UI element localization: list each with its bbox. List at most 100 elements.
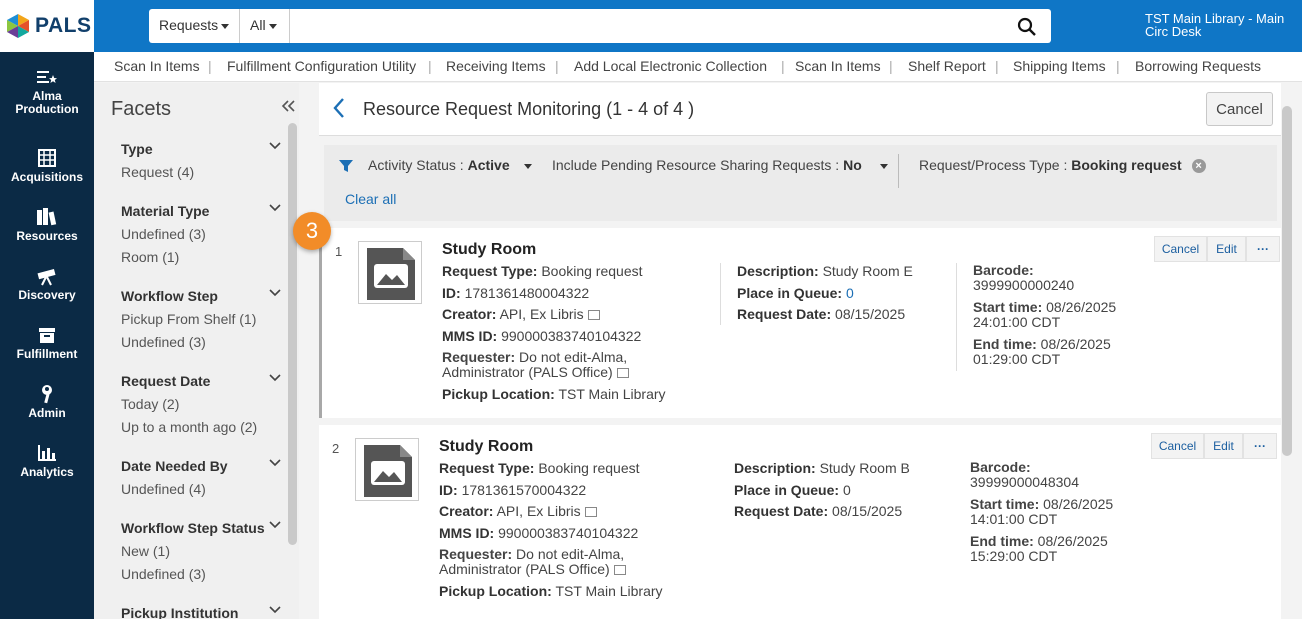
request-row[interactable]: 1 Study Room Request Type: Booking reque… [319, 228, 1281, 418]
pals-logo-icon [7, 14, 29, 38]
current-location[interactable]: TST Main Library - Main Circ Desk [1145, 12, 1300, 38]
caret-down-icon [221, 23, 230, 29]
divider: | [995, 58, 999, 74]
row-cancel-button[interactable]: Cancel [1151, 433, 1204, 459]
search-box: Requests All [149, 9, 1051, 43]
facet-header[interactable]: Workflow Step [121, 288, 281, 311]
clear-all-link[interactable]: Clear all [345, 191, 396, 207]
facet-value[interactable]: Up to a month ago (2) [121, 419, 281, 442]
logo-text: PALS [35, 14, 92, 37]
facet-value[interactable]: Request (4) [121, 164, 281, 187]
facet-name: Date Needed By [121, 458, 228, 474]
facet-header[interactable]: Request Date [121, 373, 281, 396]
shortcut-add-local-electronic-collection[interactable]: Add Local Electronic Collection [574, 58, 767, 74]
back-chevron-icon[interactable] [332, 97, 346, 119]
facet-material-type: Material Type Undefined (3) Room (1) [121, 203, 281, 272]
row-edit-button[interactable]: Edit [1204, 433, 1243, 459]
shortcut-scan-in-items-2[interactable]: Scan In Items [795, 58, 881, 74]
facet-value[interactable]: Pickup From Shelf (1) [121, 311, 281, 334]
field-label: Place in Queue: [734, 481, 840, 498]
user-card-icon[interactable] [584, 507, 597, 518]
main-scrollbar[interactable] [1282, 106, 1292, 456]
shortcut-shelf-report[interactable]: Shelf Report [908, 58, 986, 74]
filter-activity-status[interactable]: Activity Status : Active [368, 157, 532, 173]
nav-fulfillment[interactable]: Fulfillment [0, 325, 94, 361]
shortcut-borrowing-requests[interactable]: Borrowing Requests [1135, 58, 1261, 74]
facet-header[interactable]: Material Type [121, 203, 281, 226]
caret-down-icon [879, 163, 888, 169]
facet-header[interactable]: Workflow Step Status [121, 520, 281, 543]
facet-name: Type [121, 141, 153, 157]
menu-star-icon [37, 71, 57, 83]
nav-analytics[interactable]: Analytics [0, 443, 94, 479]
collapse-double-chevron-icon[interactable] [280, 99, 296, 113]
cancel-button[interactable]: Cancel [1206, 92, 1273, 126]
description-value: Study Room E [822, 263, 913, 279]
image-file-icon [364, 445, 412, 497]
row-edit-button[interactable]: Edit [1207, 236, 1246, 262]
request-date-value: 08/15/2025 [832, 503, 903, 519]
search-input[interactable] [291, 11, 991, 41]
field-label: Description: [734, 460, 816, 476]
shortcut-fulfillment-configuration[interactable]: Fulfillment Configuration Utility [227, 58, 416, 74]
logo[interactable]: PALS [0, 0, 94, 52]
search-icon[interactable] [1017, 17, 1037, 37]
barcode-value: 39999000048304 [970, 474, 1080, 490]
facet-workflow-step-status: Workflow Step Status New (1) Undefined (… [121, 520, 281, 589]
chevron-down-icon [269, 374, 281, 382]
request-date-value: 08/15/2025 [835, 306, 906, 322]
facet-value[interactable]: Undefined (3) [121, 566, 281, 589]
request-details: Request Type: Booking request ID: 178136… [442, 263, 666, 407]
request-row[interactable]: 2 Study Room Request Type: Booking reque… [319, 425, 1281, 619]
search-filter-dropdown[interactable]: All [240, 9, 290, 43]
facet-header[interactable]: Type [121, 141, 281, 164]
nav-admin[interactable]: Admin [0, 384, 94, 420]
booking-details: Barcode: 39999000048304 Start time: 08/2… [970, 460, 1113, 564]
facet-value[interactable]: Undefined (4) [121, 481, 281, 504]
queue-position-link[interactable]: 0 [846, 285, 854, 301]
requester-value: Do not edit-Alma, [516, 546, 625, 562]
nav-label: Admin [28, 406, 66, 420]
nav-alma-production[interactable]: Alma Production [0, 69, 94, 116]
request-title[interactable]: Study Room [439, 438, 533, 456]
user-card-icon[interactable] [616, 368, 629, 379]
start-time-value: 24:01:00 CDT [973, 314, 1061, 330]
remove-filter-icon[interactable]: × [1191, 159, 1206, 174]
field-label: MMS ID: [442, 327, 498, 344]
divider: | [208, 58, 212, 74]
facet-value[interactable]: Undefined (3) [121, 226, 281, 249]
request-title[interactable]: Study Room [442, 241, 536, 259]
facet-header[interactable]: Date Needed By [121, 458, 281, 481]
facet-value[interactable]: Undefined (3) [121, 334, 281, 357]
user-card-icon[interactable] [587, 310, 600, 321]
filter-pending-rs[interactable]: Include Pending Resource Sharing Request… [552, 157, 888, 173]
shortcut-shipping-items[interactable]: Shipping Items [1013, 58, 1106, 74]
pickup-location-value: TST Main Library [555, 582, 663, 599]
field-label: ID: [442, 284, 461, 301]
row-more-actions-icon[interactable]: ··· [1246, 236, 1280, 262]
divider [898, 154, 899, 188]
end-time-value: 15:29:00 CDT [970, 548, 1058, 564]
nav-acquisitions[interactable]: Acquisitions [0, 148, 94, 184]
shortcut-scan-in-items[interactable]: Scan In Items [114, 58, 200, 74]
facet-value[interactable]: Room (1) [121, 249, 281, 272]
creator-value: API, Ex Libris [496, 503, 581, 519]
facets-scrollbar[interactable] [288, 123, 297, 545]
nav-resources[interactable]: Resources [0, 207, 94, 243]
search-scope-dropdown[interactable]: Requests [149, 9, 240, 43]
filter-icon [339, 160, 353, 172]
facet-header[interactable]: Pickup Institution [121, 605, 281, 619]
field-label: Request Type: [439, 460, 535, 476]
nav-discovery[interactable]: Discovery [0, 266, 94, 302]
row-cancel-button[interactable]: Cancel [1154, 236, 1207, 262]
main-content: Resource Request Monitoring (1 - 4 of 4 … [319, 83, 1282, 619]
ledger-icon [38, 149, 56, 167]
chevron-down-icon [269, 204, 281, 212]
facet-value[interactable]: New (1) [121, 543, 281, 566]
row-more-actions-icon[interactable]: ··· [1243, 433, 1277, 459]
shortcut-receiving-items[interactable]: Receiving Items [446, 58, 546, 74]
facets-title: Facets [111, 98, 172, 120]
facet-value[interactable]: Today (2) [121, 396, 281, 419]
user-card-icon[interactable] [613, 565, 626, 576]
row-number: 2 [332, 441, 340, 456]
